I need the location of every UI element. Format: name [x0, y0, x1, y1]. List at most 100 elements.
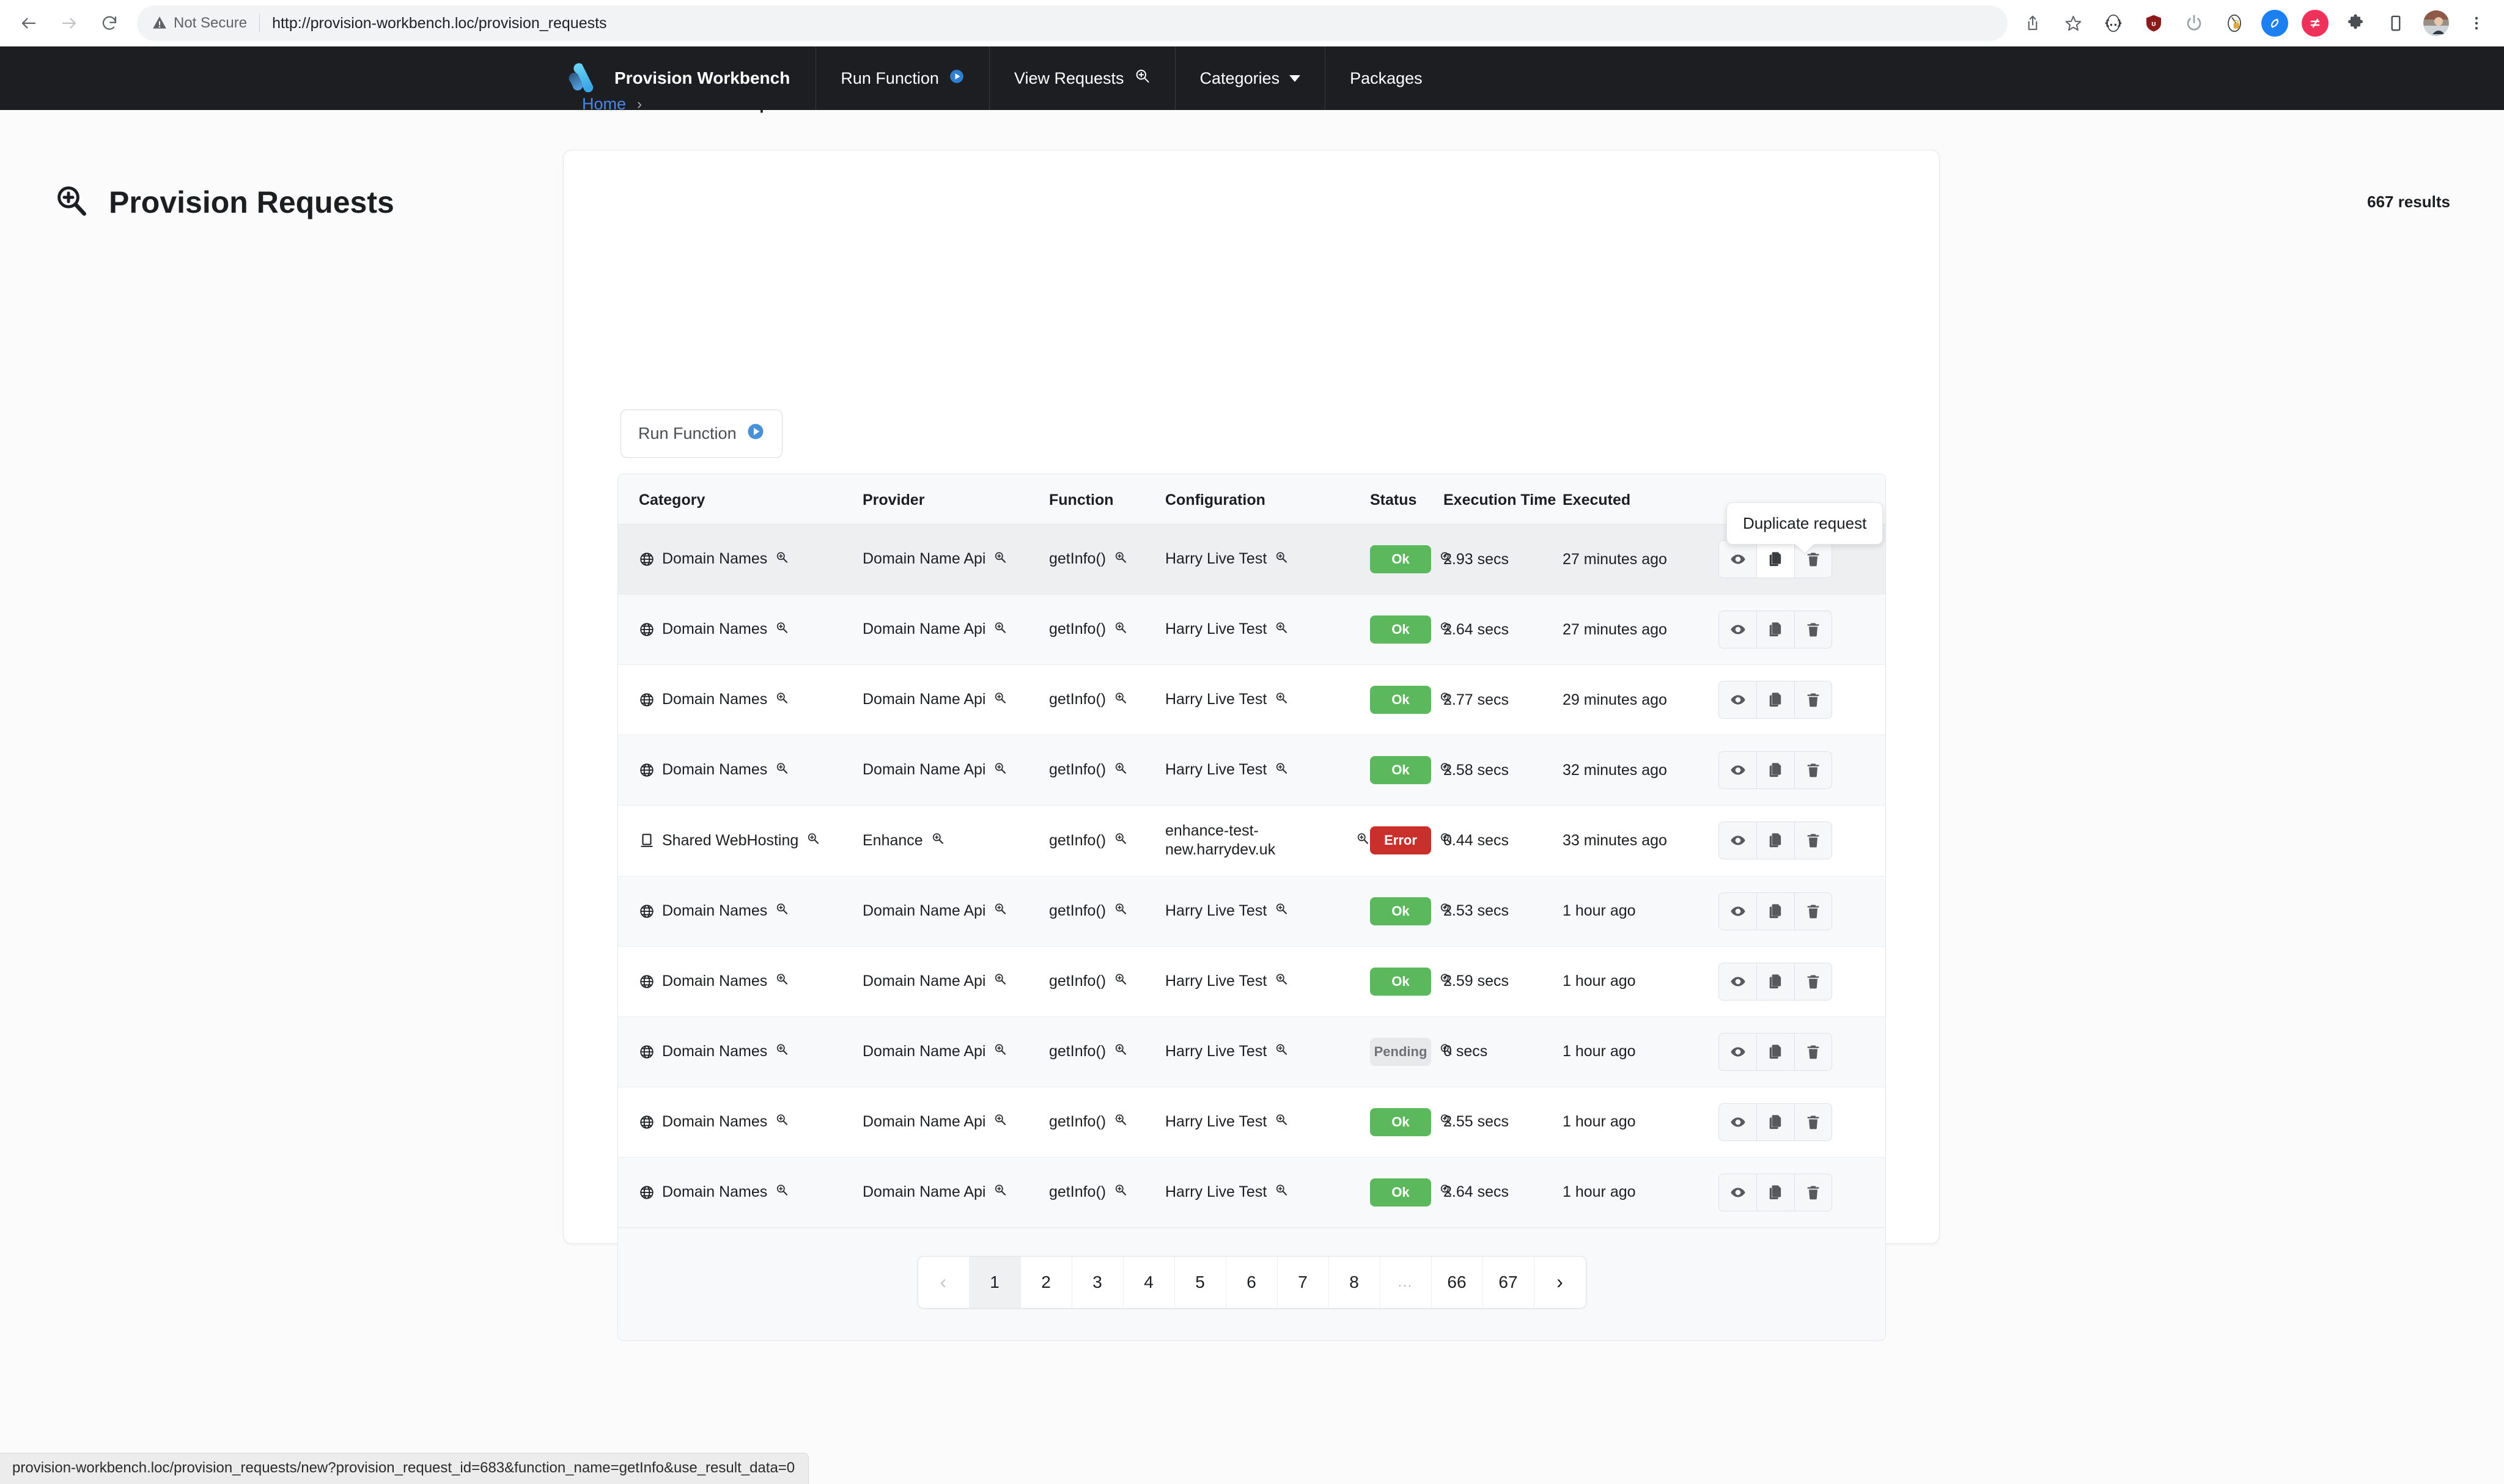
search-plus-icon[interactable] [1274, 620, 1289, 639]
search-plus-icon[interactable] [1274, 972, 1289, 991]
search-plus-icon[interactable] [1113, 1183, 1128, 1202]
back-arrow-icon[interactable] [11, 6, 46, 41]
search-plus-icon[interactable] [1113, 972, 1128, 991]
pagination-page-7[interactable]: 7 [1278, 1256, 1329, 1308]
search-plus-icon[interactable] [1438, 550, 1453, 569]
duplicate-request-button[interactable] [1756, 962, 1794, 1001]
search-plus-icon[interactable] [1274, 761, 1289, 780]
search-plus-icon[interactable] [775, 1183, 789, 1202]
delete-request-button[interactable] [1794, 962, 1832, 1001]
power-icon[interactable] [2175, 4, 2213, 42]
delete-request-button[interactable] [1794, 1032, 1832, 1071]
delete-request-button[interactable] [1794, 681, 1832, 719]
nav-item-packages[interactable]: Packages [1325, 46, 1447, 110]
mobile-icon[interactable] [2377, 4, 2415, 42]
duplicate-request-button[interactable] [1756, 1173, 1794, 1211]
search-plus-icon[interactable] [1355, 831, 1370, 850]
search-plus-icon[interactable] [1113, 831, 1128, 850]
kebab-menu-icon[interactable] [2458, 4, 2495, 42]
reload-icon[interactable] [92, 6, 127, 41]
pagination-page-66[interactable]: 66 [1432, 1256, 1483, 1308]
clipboard-icon[interactable] [2296, 4, 2334, 42]
search-plus-icon[interactable] [1438, 761, 1453, 780]
ublock-icon[interactable]: ʊ [2135, 4, 2173, 42]
duplicate-request-button[interactable] [1756, 1103, 1794, 1141]
view-request-button[interactable] [1718, 751, 1756, 789]
table-row[interactable]: Domain Names Domain Name Api getInfo() Harr… [618, 524, 1885, 595]
delete-request-button[interactable] [1794, 821, 1832, 860]
search-plus-icon[interactable] [993, 902, 1007, 920]
view-request-button[interactable] [1718, 681, 1756, 719]
search-plus-icon[interactable] [775, 550, 789, 569]
duplicate-request-button[interactable] [1756, 821, 1794, 860]
search-plus-icon[interactable] [1113, 691, 1128, 710]
search-plus-icon[interactable] [993, 550, 1007, 569]
table-row[interactable]: Domain Names Domain Name Api getInfo() Harr… [618, 1157, 1885, 1228]
search-plus-icon[interactable] [993, 761, 1007, 780]
search-plus-icon[interactable] [1438, 972, 1453, 991]
table-row[interactable]: Domain Names Domain Name Api getInfo() Harr… [618, 876, 1885, 947]
shazam-icon[interactable] [2256, 4, 2294, 42]
search-plus-icon[interactable] [1274, 902, 1289, 920]
delete-request-button[interactable] [1794, 892, 1832, 930]
duplicate-request-button[interactable] [1756, 611, 1794, 648]
search-plus-icon[interactable] [1438, 831, 1453, 850]
bookmark-star-icon[interactable] [2054, 4, 2092, 42]
pagination-page-67[interactable]: 67 [1483, 1256, 1534, 1308]
run-function-button[interactable]: Run Function [620, 410, 782, 458]
view-request-button[interactable] [1718, 1103, 1756, 1141]
search-plus-icon[interactable] [1113, 1112, 1128, 1131]
search-plus-icon[interactable] [1274, 691, 1289, 710]
duplicate-request-button[interactable] [1756, 681, 1794, 719]
search-plus-icon[interactable] [993, 691, 1007, 710]
search-plus-icon[interactable] [1113, 761, 1128, 780]
pagination-page-6[interactable]: 6 [1226, 1256, 1278, 1308]
search-plus-icon[interactable] [993, 1183, 1007, 1202]
pagination-page-3[interactable]: 3 [1072, 1256, 1124, 1308]
address-bar[interactable]: Not Secure http://provision-workbench.lo… [137, 6, 2008, 41]
breadcrumb-home-link[interactable]: Home [582, 95, 626, 114]
search-plus-icon[interactable] [1113, 902, 1128, 920]
search-plus-icon[interactable] [1274, 1183, 1289, 1202]
table-row[interactable]: Shared WebHosting Enhance getInfo() enhance… [618, 805, 1885, 876]
delete-request-button[interactable] [1794, 1173, 1832, 1211]
keychain-icon[interactable] [2215, 4, 2253, 42]
table-row[interactable]: Domain Names Domain Name Api getInfo() Harr… [618, 1016, 1885, 1087]
devtools-icon[interactable]: {..} [2094, 4, 2132, 42]
search-plus-icon[interactable] [1274, 1112, 1289, 1131]
pagination-prev-button[interactable]: ‹ [918, 1256, 970, 1308]
view-request-button[interactable] [1718, 540, 1756, 578]
search-plus-icon[interactable] [1438, 620, 1453, 639]
search-plus-icon[interactable] [1438, 1183, 1453, 1202]
forward-arrow-icon[interactable] [51, 6, 87, 41]
table-row[interactable]: Domain Names Domain Name Api getInfo() Harr… [618, 946, 1885, 1017]
duplicate-request-button[interactable] [1756, 751, 1794, 789]
search-plus-icon[interactable] [993, 1042, 1007, 1061]
security-indicator[interactable]: Not Secure [152, 15, 247, 32]
view-request-button[interactable] [1718, 1032, 1756, 1071]
search-plus-icon[interactable] [1113, 620, 1128, 639]
search-plus-icon[interactable] [1113, 550, 1128, 569]
search-plus-icon[interactable] [1438, 1042, 1453, 1061]
view-request-button[interactable] [1718, 962, 1756, 1001]
search-plus-icon[interactable] [993, 1112, 1007, 1131]
search-plus-icon[interactable] [1274, 1042, 1289, 1061]
search-plus-icon[interactable] [775, 620, 789, 639]
extensions-puzzle-icon[interactable] [2336, 4, 2374, 42]
search-plus-icon[interactable] [775, 902, 789, 920]
delete-request-button[interactable] [1794, 1103, 1832, 1141]
nav-item-run-function[interactable]: Run Function [816, 46, 990, 110]
search-plus-icon[interactable] [775, 761, 789, 780]
delete-request-button[interactable] [1794, 751, 1832, 789]
view-request-button[interactable] [1718, 1173, 1756, 1211]
view-request-button[interactable] [1718, 611, 1756, 648]
avatar[interactable] [2417, 4, 2455, 42]
search-plus-icon[interactable] [1438, 1112, 1453, 1131]
search-plus-icon[interactable] [993, 620, 1007, 639]
view-request-button[interactable] [1718, 821, 1756, 860]
pagination-next-button[interactable]: › [1534, 1257, 1586, 1308]
nav-item-view-requests[interactable]: View Requests [990, 46, 1176, 110]
pagination-page-8[interactable]: 8 [1329, 1256, 1380, 1308]
view-request-button[interactable] [1718, 892, 1756, 930]
pagination-page-2[interactable]: 2 [1021, 1256, 1072, 1308]
